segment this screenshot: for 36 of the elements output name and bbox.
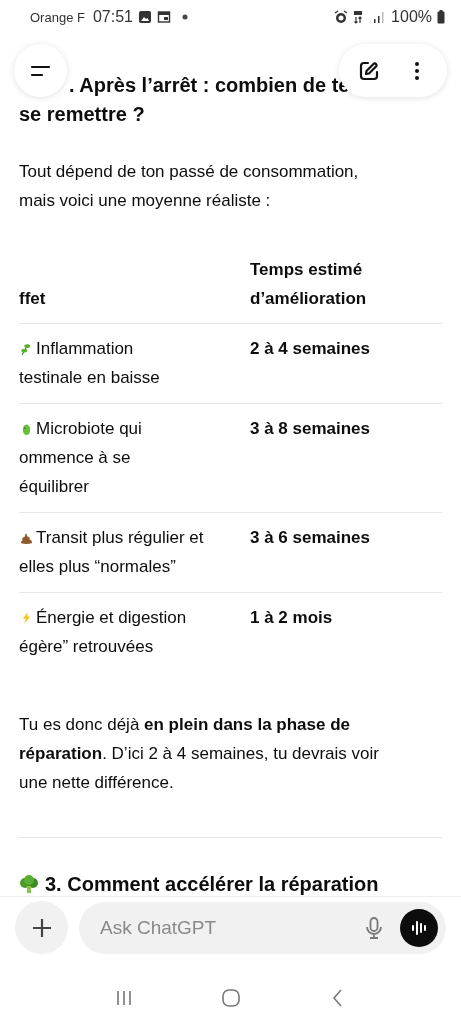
table-cell: 1 à 2 mois	[250, 608, 333, 627]
more-icon	[414, 60, 420, 81]
battery-level: 100%	[391, 8, 432, 26]
home-icon[interactable]	[220, 988, 241, 1008]
table-cell-text: testinale en baisse	[19, 367, 160, 389]
table-cell-text: ommence à se	[19, 447, 131, 469]
signal-icon	[372, 10, 387, 24]
carrier: Orange F	[30, 9, 85, 25]
add-button[interactable]	[15, 901, 68, 954]
column-header: Temps estimé d’amélioration	[250, 259, 368, 310]
dot-icon	[181, 14, 188, 20]
table-cell-text: Microbiote qui	[36, 418, 142, 440]
broccoli-icon	[19, 874, 39, 894]
voice-mode-button[interactable]	[400, 908, 438, 947]
section-heading: se remettre ?	[19, 102, 146, 127]
table-cell-text: égère” retrouvées	[19, 636, 154, 658]
table-cell: 2 à 4 semaines	[250, 339, 371, 358]
table-cell-text: Transit plus régulier et	[36, 527, 204, 549]
paragraph: Tout dépend de ton passé de consommation, mais voici une moyenne réaliste :	[19, 161, 360, 212]
message-input[interactable]: Ask ChatGPT	[98, 915, 354, 940]
message-field[interactable]: Ask ChatGPT	[79, 901, 446, 954]
table-cell: 3 à 6 semaines	[250, 528, 371, 547]
clock: 07:51	[92, 8, 133, 26]
gallery-icon	[137, 10, 152, 24]
table-cell-text: elles plus “normales”	[19, 556, 176, 578]
menu-button[interactable]	[14, 44, 67, 97]
column-header: ffet	[19, 288, 47, 310]
calendar-icon	[156, 10, 171, 24]
table-cell-text: Inflammation	[36, 338, 134, 360]
battery-icon	[437, 10, 445, 24]
section-heading: 3. Comment accélérer la réparation	[45, 872, 379, 896]
table-cell-text: équilibrer	[19, 476, 89, 498]
alarm-icon	[334, 10, 349, 24]
table-cell-text: Énergie et digestion	[36, 607, 187, 629]
paragraph: Tu es donc déjà en plein dans la phase de réparation. D’ici 2 à 4 semaines, tu devrais voir une nette différence.	[19, 714, 380, 794]
table-cell: 3 à 8 semaines	[250, 419, 371, 438]
